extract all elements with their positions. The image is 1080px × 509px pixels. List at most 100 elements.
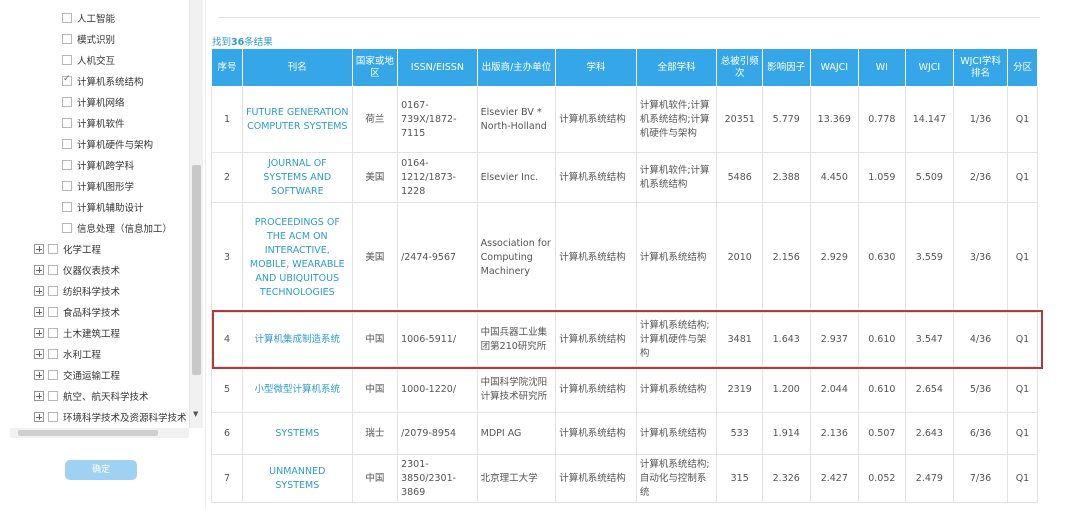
col-header-subject[interactable]: 学科 bbox=[555, 48, 637, 87]
checkbox[interactable] bbox=[48, 349, 58, 359]
cell-quartile: Q1 bbox=[1006, 202, 1039, 313]
checkbox[interactable] bbox=[62, 34, 72, 44]
cell-publisher: 中国科学院沈阳计算技术研究所 bbox=[476, 366, 557, 413]
confirm-button[interactable]: 确定 bbox=[65, 460, 137, 480]
tree-item-computer-architecture[interactable]: 计算机系统结构 bbox=[62, 73, 144, 89]
expand-icon[interactable] bbox=[34, 286, 44, 296]
checkbox[interactable] bbox=[62, 55, 72, 65]
expand-icon[interactable] bbox=[34, 412, 44, 422]
cell-wi: 0.610 bbox=[858, 366, 906, 413]
scrollbar-thumb[interactable] bbox=[18, 430, 158, 436]
expand-icon[interactable] bbox=[34, 307, 44, 317]
journal-title-link[interactable]: SYSTEMS bbox=[242, 412, 353, 455]
col-header-wi[interactable]: WI bbox=[858, 48, 906, 87]
tree-item-hci[interactable]: 人机交互 bbox=[62, 52, 115, 68]
journal-title-link[interactable]: JOURNAL OF SYSTEMS AND SOFTWARE bbox=[242, 152, 353, 203]
scroll-down-arrow-icon[interactable]: ▼ bbox=[193, 410, 198, 418]
table-row-highlighted: 4 计算机集成制造系统 中国 1006-5911/ 中国兵器工业集团第210研究… bbox=[211, 312, 1039, 367]
panel-divider bbox=[205, 0, 206, 509]
checkbox[interactable] bbox=[62, 118, 72, 128]
cell-wi: 0.630 bbox=[858, 202, 906, 313]
col-header-country[interactable]: 国家或地区 bbox=[351, 48, 399, 87]
expand-icon[interactable] bbox=[34, 391, 44, 401]
tree-item-hydraulic-engineering[interactable]: 水利工程 bbox=[34, 346, 101, 362]
checkbox[interactable] bbox=[48, 307, 58, 317]
cell-index: 4 bbox=[211, 312, 243, 367]
checkbox[interactable] bbox=[62, 13, 72, 23]
tree-horizontal-scrollbar[interactable] bbox=[10, 428, 189, 438]
tree-item-computer-software[interactable]: 计算机软件 bbox=[62, 115, 125, 131]
col-header-wjci-rank[interactable]: WJCI学科排名 bbox=[953, 48, 1008, 87]
tree-item-textile[interactable]: 纺织科学技术 bbox=[34, 283, 120, 299]
cell-wajci: 4.450 bbox=[809, 152, 860, 203]
scrollbar-thumb[interactable] bbox=[192, 165, 201, 375]
cell-index: 1 bbox=[211, 86, 243, 153]
cell-all-subjects: 计算机系统结构;自动化与控制系统 bbox=[635, 454, 718, 503]
tree-item-interdisciplinary[interactable]: 计算机跨学科 bbox=[62, 157, 134, 173]
cell-total-citations: 2010 bbox=[716, 202, 763, 313]
journal-title-link[interactable]: 计算机集成制造系统 bbox=[242, 312, 353, 367]
journal-title-link[interactable]: UNMANNED SYSTEMS bbox=[242, 454, 353, 503]
tree-item-civil-engineering[interactable]: 土木建筑工程 bbox=[34, 325, 120, 341]
tree-item-graphics[interactable]: 计算机图形学 bbox=[62, 178, 134, 194]
tree-item-ai[interactable]: 人工智能 bbox=[62, 10, 115, 26]
col-header-journal[interactable]: 刊名 bbox=[242, 48, 353, 87]
tree-item-chemical-engineering[interactable]: 化学工程 bbox=[34, 241, 101, 257]
tree-item-instrumentation[interactable]: 仪器仪表技术 bbox=[34, 262, 120, 278]
checkbox[interactable] bbox=[48, 265, 58, 275]
tree-item-environment[interactable]: 环境科学技术及资源科学技术 bbox=[34, 409, 187, 425]
checkbox[interactable] bbox=[48, 286, 58, 296]
checkbox[interactable] bbox=[62, 97, 72, 107]
tree-item-hardware-architecture[interactable]: 计算机硬件与架构 bbox=[62, 136, 153, 152]
expand-icon[interactable] bbox=[34, 328, 44, 338]
cell-wjci-rank: 2/36 bbox=[953, 152, 1008, 203]
tree-item-label: 计算机系统结构 bbox=[77, 77, 144, 88]
checkbox[interactable] bbox=[62, 181, 72, 191]
expand-icon[interactable] bbox=[34, 265, 44, 275]
col-header-publisher[interactable]: 出版商/主办单位 bbox=[476, 48, 557, 87]
cell-total-citations: 533 bbox=[716, 412, 763, 455]
tree-item-information-processing[interactable]: 信息处理（信息加工） bbox=[62, 220, 172, 236]
col-header-quartile[interactable]: 分区 bbox=[1006, 48, 1039, 87]
subject-tree-panel: 人工智能 模式识别 人机交互 计算机系统结构 计算机网络 计算机软件 计算机硬件… bbox=[0, 0, 205, 509]
col-header-impact-factor[interactable]: 影响因子 bbox=[761, 48, 811, 87]
expand-icon[interactable] bbox=[34, 244, 44, 254]
cell-index: 5 bbox=[211, 366, 243, 413]
tree-item-pattern-recognition[interactable]: 模式识别 bbox=[62, 31, 115, 47]
col-header-wjci[interactable]: WJCI bbox=[904, 48, 955, 87]
tree-item-aerospace[interactable]: 航空、航天科学技术 bbox=[34, 388, 149, 404]
journal-title-link[interactable]: 小型微型计算机系统 bbox=[242, 366, 353, 413]
tree-item-food-science[interactable]: 食品科学技术 bbox=[34, 304, 120, 320]
checkbox[interactable] bbox=[48, 328, 58, 338]
expand-icon[interactable] bbox=[34, 349, 44, 359]
cell-all-subjects: 计算机软件;计算机系统结构 bbox=[635, 152, 718, 203]
checkbox[interactable] bbox=[48, 391, 58, 401]
checkbox-checked[interactable] bbox=[62, 74, 72, 86]
tree-item-cad[interactable]: 计算机辅助设计 bbox=[62, 199, 144, 215]
table-header-row: 序号 刊名 国家或地区 ISSN/EISSN 出版商/主办单位 学科 全部学科 … bbox=[211, 48, 1039, 87]
col-header-wajci[interactable]: WAJCI bbox=[809, 48, 860, 87]
tree-vertical-scrollbar[interactable]: ▼ bbox=[189, 0, 203, 428]
checkbox[interactable] bbox=[62, 202, 72, 212]
checkbox[interactable] bbox=[62, 160, 72, 170]
checkbox[interactable] bbox=[48, 412, 58, 422]
checkbox[interactable] bbox=[48, 244, 58, 254]
cell-publisher: Elsevier Inc. bbox=[476, 152, 557, 203]
col-header-total-citations[interactable]: 总被引频次 bbox=[716, 48, 763, 87]
tree-item-label: 计算机辅助设计 bbox=[77, 203, 144, 214]
tree-item-label: 人机交互 bbox=[77, 56, 116, 67]
cell-all-subjects: 计算机软件;计算机系统结构;计算机硬件与架构 bbox=[635, 86, 718, 153]
journal-title-link[interactable]: PROCEEDINGS OF THE ACM ON INTERACTIVE, M… bbox=[242, 202, 353, 313]
tree-item-transportation[interactable]: 交通运输工程 bbox=[34, 367, 120, 383]
cell-publisher: MDPI AG bbox=[476, 412, 557, 455]
cell-country: 中国 bbox=[351, 454, 399, 503]
checkbox[interactable] bbox=[62, 223, 72, 233]
tree-item-computer-network[interactable]: 计算机网络 bbox=[62, 94, 125, 110]
checkbox[interactable] bbox=[48, 370, 58, 380]
expand-icon[interactable] bbox=[34, 370, 44, 380]
col-header-issn[interactable]: ISSN/EISSN bbox=[397, 48, 478, 87]
col-header-all-subjects[interactable]: 全部学科 bbox=[635, 48, 718, 87]
checkbox[interactable] bbox=[62, 139, 72, 149]
journal-title-link[interactable]: FUTURE GENERATION COMPUTER SYSTEMS bbox=[242, 86, 353, 153]
cell-index: 7 bbox=[211, 454, 243, 503]
